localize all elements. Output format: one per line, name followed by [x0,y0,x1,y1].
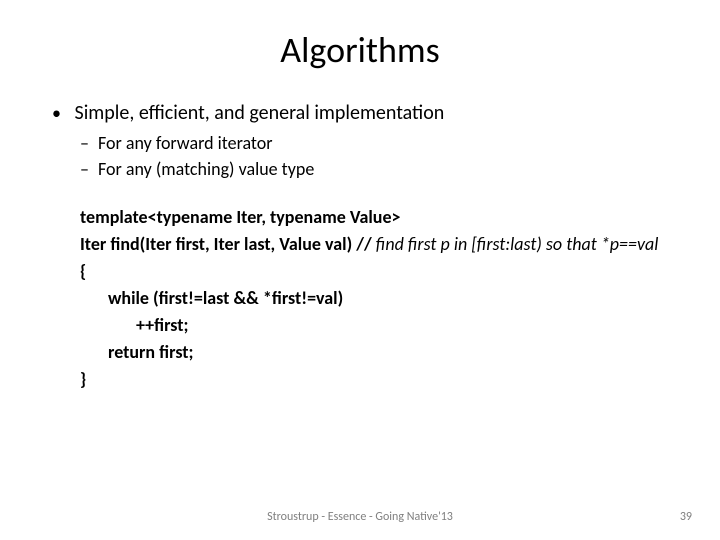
code-line-2: Iter find(Iter first, Iter last, Value v… [80,231,670,258]
sub-bullet-2-text: For any (matching) value type [98,158,314,180]
code-line-1: template<typename Iter, typename Value> [80,204,670,231]
bullet-main: Simple, efficient, and general implement… [70,100,670,182]
bullet-main-text: Simple, efficient, and general implement… [75,101,445,125]
code-comment: find first p in [first:last) so that *p=… [376,233,659,255]
sub-bullet-list: For any forward iterator For any (matchi… [70,131,670,182]
slide-content: Simple, efficient, and general implement… [50,100,670,393]
slide-title: Algorithms [50,28,670,72]
sub-bullet-1-text: For any forward iterator [98,132,273,154]
page-number: 39 [680,510,692,524]
sub-bullet-2: For any (matching) value type [98,157,670,181]
sub-bullet-1: For any forward iterator [98,131,670,155]
bullet-list: Simple, efficient, and general implement… [50,100,670,182]
code-line-5: ++first; [80,312,670,339]
code-line-3: { [80,258,670,285]
code-line-7: } [80,366,670,393]
code-line-4: while (first!=last && *first!=val) [80,285,670,312]
code-line-2a: Iter find(Iter first, Iter last, Value v… [80,233,376,255]
code-line-6: return first; [80,339,670,366]
code-block: template<typename Iter, typename Value> … [50,204,670,393]
slide: Algorithms Simple, efficient, and genera… [0,0,720,540]
slide-footer: Stroustrup - Essence - Going Native'13 [0,510,720,524]
